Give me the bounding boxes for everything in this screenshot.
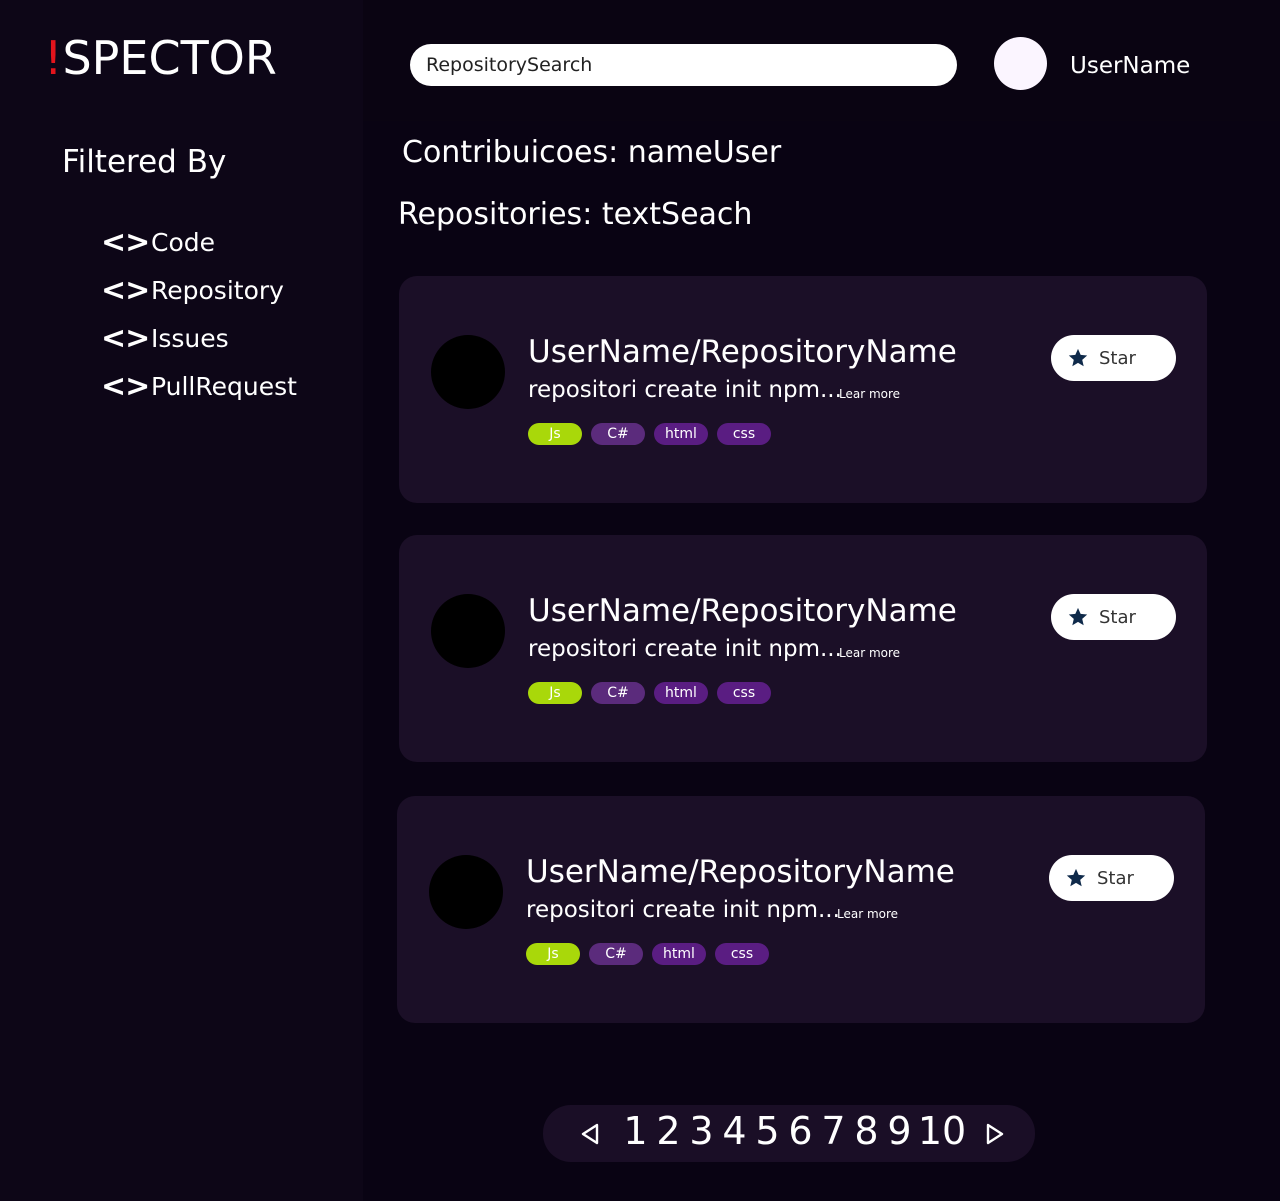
repo-name-link[interactable]: UserName/RepositoryName <box>526 854 955 890</box>
tag-list: Js C# html css <box>528 423 771 445</box>
tag-js: Js <box>528 682 582 704</box>
tag-html: html <box>654 682 708 704</box>
star-icon <box>1068 607 1088 626</box>
repo-card: UserName/RepositoryName repositori creat… <box>397 796 1205 1023</box>
page-link-7[interactable]: 7 <box>817 1109 850 1153</box>
repositories-heading: Repositories: textSeach <box>398 197 753 232</box>
tag-csharp: C# <box>589 943 643 965</box>
star-label: Star <box>1099 347 1136 369</box>
page-link-4[interactable]: 4 <box>718 1109 751 1153</box>
repo-avatar <box>431 594 505 668</box>
star-label: Star <box>1099 606 1136 628</box>
page-link-10[interactable]: 10 <box>916 1109 968 1153</box>
filter-label: Code <box>151 227 216 257</box>
star-button[interactable]: Star <box>1051 335 1176 381</box>
repo-card: UserName/RepositoryName repositori creat… <box>399 535 1207 762</box>
filter-label: PullRequest <box>151 371 297 401</box>
repo-avatar <box>431 335 505 409</box>
tag-js: Js <box>526 943 580 965</box>
tag-list: Js C# html css <box>526 943 769 965</box>
page-link-9[interactable]: 9 <box>883 1109 916 1153</box>
page-link-8[interactable]: 8 <box>850 1109 883 1153</box>
learn-more-link[interactable]: Lear more <box>839 387 900 401</box>
code-icon: <> <box>101 368 150 404</box>
page-link-6[interactable]: 6 <box>784 1109 817 1153</box>
tag-list: Js C# html css <box>528 682 771 704</box>
filter-item-pullrequest[interactable]: <> PullRequest <box>101 362 297 410</box>
star-icon <box>1068 348 1088 367</box>
app-logo[interactable]: !SPECTOR <box>44 31 277 85</box>
code-icon: <> <box>101 224 150 260</box>
star-button[interactable]: Star <box>1049 855 1174 901</box>
repo-name-link[interactable]: UserName/RepositoryName <box>528 334 957 370</box>
page-link-2[interactable]: 2 <box>652 1109 685 1153</box>
filter-title: Filtered By <box>62 144 227 180</box>
filter-label: Repository <box>151 275 284 305</box>
learn-more-link[interactable]: Lear more <box>839 646 900 660</box>
tag-css: css <box>717 423 771 445</box>
repo-card: UserName/RepositoryName repositori creat… <box>399 276 1207 503</box>
tag-js: Js <box>528 423 582 445</box>
user-avatar[interactable] <box>994 37 1047 90</box>
tag-css: css <box>717 682 771 704</box>
code-icon: <> <box>101 320 150 356</box>
repo-avatar <box>429 855 503 929</box>
repo-name-link[interactable]: UserName/RepositoryName <box>528 593 957 629</box>
page-numbers: 1 2 3 4 5 6 7 8 9 10 <box>619 1109 968 1153</box>
tag-html: html <box>654 423 708 445</box>
pagination: 1 2 3 4 5 6 7 8 9 10 <box>543 1105 1035 1162</box>
next-page-icon[interactable] <box>984 1122 1006 1146</box>
filter-item-repository[interactable]: <> Repository <box>101 266 297 314</box>
contributions-heading: Contribuicoes: nameUser <box>402 135 782 170</box>
filter-label: Issues <box>151 323 229 353</box>
tag-csharp: C# <box>591 423 645 445</box>
filter-list: <> Code <> Repository <> Issues <> PullR… <box>101 218 297 410</box>
search-input[interactable] <box>410 44 957 86</box>
star-icon <box>1066 868 1086 887</box>
tag-css: css <box>715 943 769 965</box>
star-button[interactable]: Star <box>1051 594 1176 640</box>
star-label: Star <box>1097 867 1134 889</box>
repo-description: repositori create init npm... <box>528 377 842 403</box>
sidebar: !SPECTOR Filtered By <> Code <> Reposito… <box>0 0 363 1201</box>
prev-page-icon[interactable] <box>579 1122 601 1146</box>
filter-item-code[interactable]: <> Code <box>101 218 297 266</box>
repo-description: repositori create init npm... <box>528 636 842 662</box>
page-link-5[interactable]: 5 <box>751 1109 784 1153</box>
filter-item-issues[interactable]: <> Issues <box>101 314 297 362</box>
tag-html: html <box>652 943 706 965</box>
learn-more-link[interactable]: Lear more <box>837 907 898 921</box>
repo-description: repositori create init npm... <box>526 897 840 923</box>
tag-csharp: C# <box>591 682 645 704</box>
page-link-3[interactable]: 3 <box>685 1109 718 1153</box>
header-username[interactable]: UserName <box>1070 53 1190 79</box>
page-link-1[interactable]: 1 <box>619 1109 652 1153</box>
code-icon: <> <box>101 272 150 308</box>
